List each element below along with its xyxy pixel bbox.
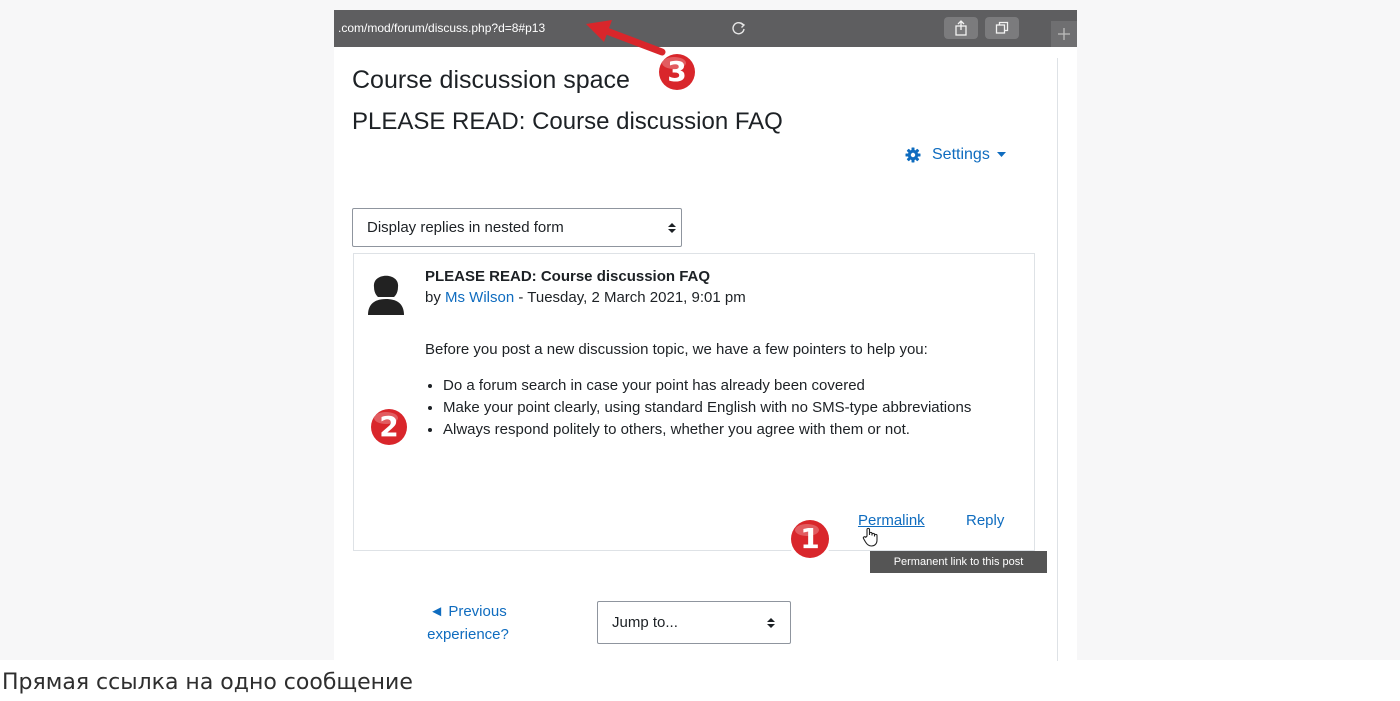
share-icon[interactable] [944, 17, 978, 39]
display-mode-select[interactable]: Display replies in nested form [352, 208, 682, 247]
author-link[interactable]: Ms Wilson [445, 289, 514, 306]
settings-menu[interactable]: Settings [905, 146, 1006, 164]
jump-to-select[interactable]: Jump to... [597, 601, 791, 644]
user-avatar-icon[interactable] [368, 267, 404, 320]
previous-label[interactable]: Previous [448, 603, 506, 620]
permalink-tooltip: Permanent link to this post [870, 551, 1047, 573]
post-intro: Before you post a new discussion topic, … [425, 341, 928, 358]
image-caption: Прямая ссылка на одно сообщение [2, 670, 413, 695]
post-body: Before you post a new discussion topic, … [425, 341, 1043, 441]
url-text[interactable]: .com/mod/forum/discuss.php?d=8#p13 [338, 21, 545, 35]
badge-1-label: 1 [800, 522, 820, 555]
annotation-badge-1: 1 [786, 515, 834, 568]
reply-link[interactable]: Reply [966, 512, 1004, 529]
annotation-badge-2: 2 [366, 404, 412, 455]
previous-discussion-link[interactable]: ◄ Previous experience? [418, 600, 518, 646]
annotation-badge-3: 3 [654, 49, 700, 100]
display-mode-value: Display replies in nested form [367, 219, 564, 236]
reload-icon[interactable] [730, 19, 748, 37]
post-bullet-list: Do a forum search in case your point has… [425, 375, 1043, 441]
browser-address-bar[interactable]: .com/mod/forum/discuss.php?d=8#p13 [334, 10, 1077, 47]
gear-icon [905, 147, 921, 163]
list-item: Make your point clearly, using standard … [443, 397, 1043, 419]
list-item: Do a forum search in case your point has… [443, 375, 1043, 397]
list-item: Always respond politely to others, wheth… [443, 419, 1043, 441]
post-subject: PLEASE READ: Course discussion FAQ [425, 268, 711, 285]
content-border [1057, 58, 1058, 661]
new-tab-icon[interactable] [1051, 21, 1077, 47]
byline-prefix: by [425, 289, 446, 306]
badge-2-label: 2 [379, 410, 399, 443]
jump-to-value: Jump to... [612, 614, 678, 631]
select-arrows-icon [767, 616, 775, 633]
tabs-icon[interactable] [985, 17, 1019, 39]
settings-label[interactable]: Settings [932, 146, 990, 164]
course-title: Course discussion space [352, 66, 630, 94]
caret-down-icon [996, 152, 1006, 158]
select-arrows-icon [668, 221, 676, 238]
hand-cursor-icon [862, 527, 880, 552]
forum-post: PLEASE READ: Course discussion FAQ by Ms… [353, 253, 1035, 551]
discussion-title: PLEASE READ: Course discussion FAQ [352, 108, 783, 135]
screenshot-frame: .com/mod/forum/discuss.php?d=8#p13 Cours… [334, 10, 1077, 661]
previous-label-2[interactable]: experience? [418, 623, 518, 646]
post-date: - Tuesday, 2 March 2021, 9:01 pm [514, 289, 746, 306]
previous-arrow-icon: ◄ [429, 603, 445, 620]
badge-3-label: 3 [667, 55, 687, 88]
post-byline: by Ms Wilson - Tuesday, 2 March 2021, 9:… [425, 289, 746, 306]
